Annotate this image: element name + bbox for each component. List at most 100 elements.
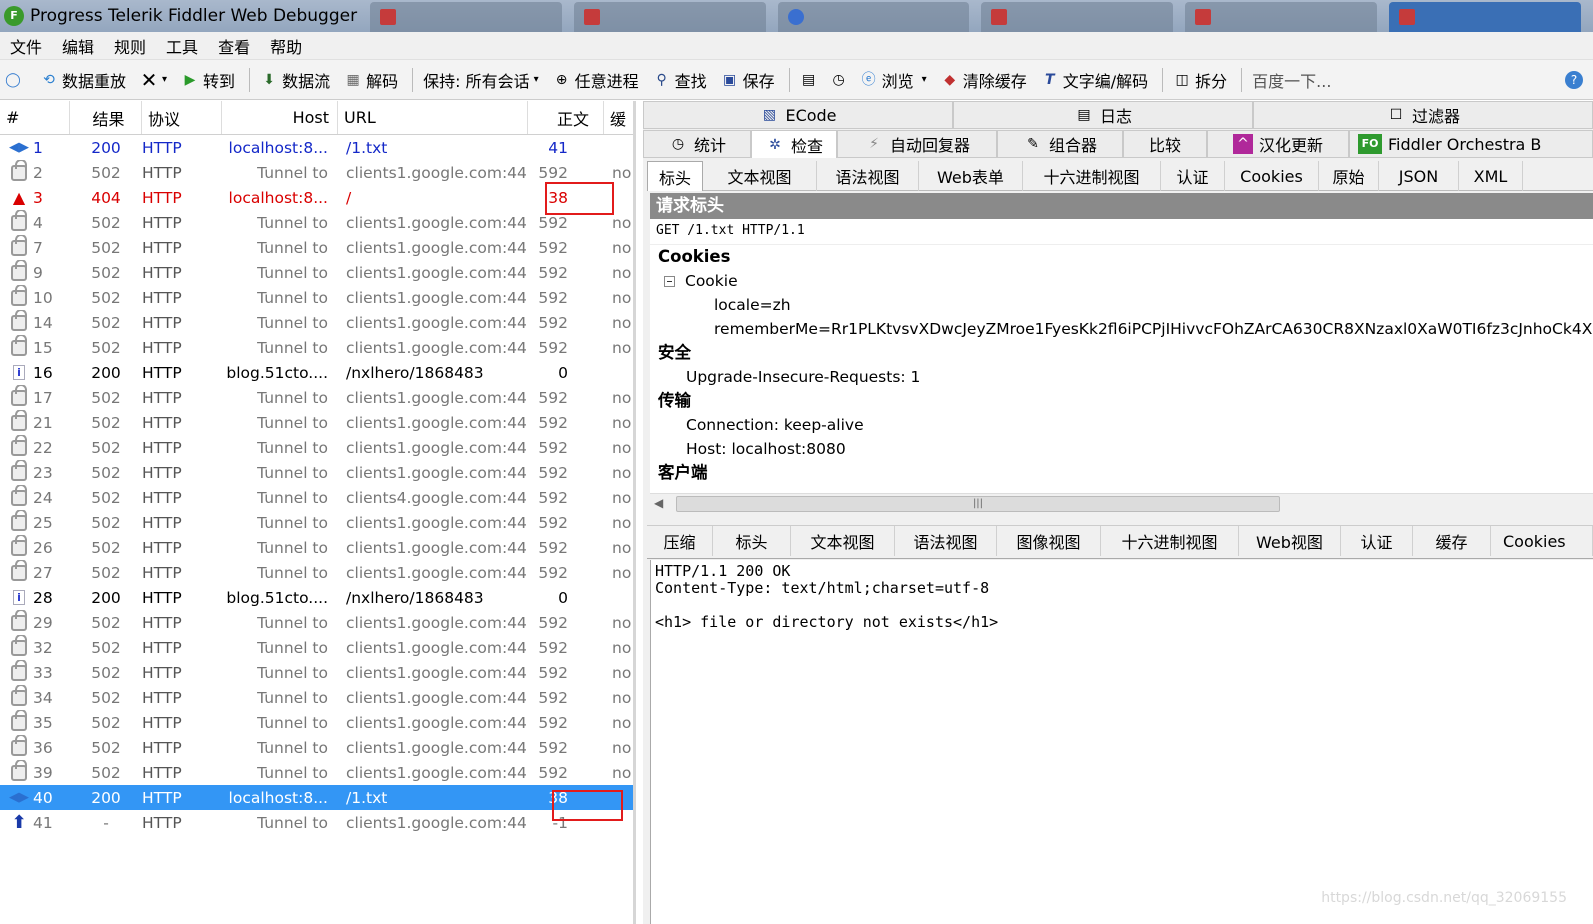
session-row[interactable]: ⬆ 41 - HTTP Tunnel to clients1.google.com:443… — [0, 810, 633, 835]
tab-fiddler-orchestra[interactable]: FO Fiddler Orchestra B — [1349, 130, 1593, 158]
comment-button[interactable]: ◯ — [4, 71, 26, 89]
column-header-cache[interactable]: 缓 — [604, 101, 633, 134]
req-tab-textview[interactable]: 文本视图 — [703, 161, 817, 191]
response-raw-text[interactable]: HTTP/1.1 200 OK Content-Type: text/html;… — [651, 560, 1593, 634]
req-tab-syntaxview[interactable]: 语法视图 — [817, 161, 919, 191]
session-row[interactable]: 22 502 HTTP Tunnel to clients1.google.com:44… — [0, 435, 633, 460]
header-host[interactable]: Host: localhost:8080 — [650, 437, 1593, 461]
response-body-pane[interactable]: HTTP/1.1 200 OK Content-Type: text/html;… — [650, 560, 1593, 924]
session-row[interactable]: 14 502 HTTP Tunnel to clients1.google.com:44… — [0, 310, 633, 335]
menu-help[interactable]: 帮助 — [270, 34, 302, 58]
req-tab-json[interactable]: JSON — [1379, 161, 1459, 191]
resp-tab-imageview[interactable]: 图像视图 — [997, 526, 1101, 556]
find-button[interactable]: ⚲ 查找 — [653, 68, 706, 92]
session-row[interactable]: 36 502 HTTP Tunnel to clients1.google.com:44… — [0, 735, 633, 760]
req-tab-hexview[interactable]: 十六进制视图 — [1023, 161, 1161, 191]
resp-tab-textview[interactable]: 文本视图 — [791, 526, 895, 556]
session-row[interactable]: ▲ 3 404 HTTP localhost:8.../38 — [0, 185, 633, 210]
group-transport[interactable]: 传输 — [650, 389, 1593, 413]
timer-button[interactable]: ◷ — [830, 71, 852, 89]
resp-tab-headers[interactable]: 标头 — [713, 526, 791, 556]
collapse-icon[interactable] — [664, 276, 675, 287]
cookie-node[interactable]: Cookie — [650, 269, 1593, 293]
req-tab-cookies[interactable]: Cookies — [1225, 161, 1319, 191]
resp-tab-syntaxview[interactable]: 语法视图 — [895, 526, 997, 556]
resp-tab-transformer[interactable]: 压缩 — [647, 526, 713, 556]
session-row[interactable]: 39 502 HTTP Tunnel to clients1.google.com:44… — [0, 760, 633, 785]
process-filter-button[interactable]: ⊕ 任意进程 — [553, 68, 639, 92]
browse-button[interactable]: ⓔ 浏览 ▾ — [860, 68, 927, 92]
session-row[interactable]: 32 502 HTTP Tunnel to clients1.google.com:44… — [0, 635, 633, 660]
cookie-rememberme[interactable]: rememberMe=Rr1PLKtvsvXDwcJeyZMroe1FyesKk… — [650, 317, 1593, 341]
session-row[interactable]: 27 502 HTTP Tunnel to clients1.google.com:44… — [0, 560, 633, 585]
menu-edit[interactable]: 编辑 — [62, 34, 94, 58]
session-row[interactable]: 29 502 HTTP Tunnel to clients1.google.com:44… — [0, 610, 633, 635]
session-row[interactable]: 21 502 HTTP Tunnel to clients1.google.com:44… — [0, 410, 633, 435]
session-row[interactable]: 7 502 HTTP Tunnel to clients1.google.com:443… — [0, 235, 633, 260]
tab-statistics[interactable]: ◷ 统计 — [643, 130, 751, 158]
session-row[interactable]: ◀▶ 40 200 HTTP localhost:8.../1.txt 38 — [0, 785, 633, 810]
baidu-search-input[interactable]: 百度一下... — [1252, 68, 1392, 92]
session-row[interactable]: 2 502 HTTP Tunnel to clients1.google.com:443… — [0, 160, 633, 185]
tab-filters[interactable]: ☐ 过滤器 — [1253, 101, 1593, 129]
column-header-result[interactable]: 结果 — [70, 101, 142, 134]
header-connection[interactable]: Connection: keep-alive — [650, 413, 1593, 437]
session-row[interactable]: 24 502 HTTP Tunnel to clients4.google.com:44… — [0, 485, 633, 510]
save-button[interactable]: ▣ 保存 — [721, 68, 775, 92]
req-tab-xml[interactable]: XML — [1459, 161, 1523, 191]
resp-tab-webview[interactable]: Web视图 — [1239, 526, 1341, 556]
scroll-left-icon[interactable]: ◀ — [654, 496, 663, 510]
session-row[interactable]: 26 502 HTTP Tunnel to clients1.google.com:44… — [0, 535, 633, 560]
session-row[interactable]: 34 502 HTTP Tunnel to clients1.google.com:44… — [0, 685, 633, 710]
menu-tools[interactable]: 工具 — [166, 34, 198, 58]
group-cookies[interactable]: Cookies — [650, 245, 1593, 269]
column-header-num[interactable]: # — [0, 101, 70, 134]
replay-button[interactable]: ⟲ 数据重放 — [40, 68, 126, 92]
session-row[interactable]: i 28 200 HTTP blog.51cto.... /nxlhero/1868483… — [0, 585, 633, 610]
session-row[interactable]: 4 502 HTTP Tunnel to clients1.google.com:443… — [0, 210, 633, 235]
stream-button[interactable]: ⬇ 数据流 — [260, 68, 330, 92]
session-list[interactable]: # 结果 协议 Host URL 正文 缓 ◀▶ 1 200 HTTP localhos… — [0, 101, 636, 924]
cookie-locale[interactable]: locale=zh — [650, 293, 1593, 317]
keep-sessions-dropdown[interactable]: 保持: 所有会话 ▾ — [423, 68, 539, 92]
clear-cache-button[interactable]: ◆ 清除缓存 — [941, 68, 1026, 92]
menu-rules[interactable]: 规则 — [114, 34, 146, 58]
column-header-body[interactable]: 正文 — [528, 101, 604, 134]
resp-tab-cookies[interactable]: Cookies — [1491, 526, 1593, 556]
screenshot-button[interactable]: ▤ — [800, 71, 822, 89]
req-tab-webforms[interactable]: Web表单 — [919, 161, 1023, 191]
resp-tab-hexview[interactable]: 十六进制视图 — [1101, 526, 1239, 556]
menu-file[interactable]: 文件 — [10, 34, 42, 58]
resp-tab-caching[interactable]: 缓存 — [1413, 526, 1491, 556]
session-row[interactable]: 17 502 HTTP Tunnel to clients1.google.com:44… — [0, 385, 633, 410]
session-row[interactable]: i 16 200 HTTP blog.51cto.... /nxlhero/1868483… — [0, 360, 633, 385]
remove-button[interactable]: ✕ ▾ — [140, 70, 167, 90]
tab-localization-update[interactable]: ^ 汉化更新 — [1207, 130, 1349, 158]
group-client[interactable]: 客户端 — [650, 461, 1593, 485]
tab-autoresponder[interactable]: ⚡ 自动回复器 — [837, 130, 997, 158]
column-header-protocol[interactable]: 协议 — [142, 101, 222, 134]
tab-ecode[interactable]: ▧ ECode — [643, 101, 953, 129]
req-tab-raw[interactable]: 原始 — [1319, 161, 1379, 191]
session-row[interactable]: 10 502 HTTP Tunnel to clients1.google.com:44… — [0, 285, 633, 310]
session-row[interactable]: 9 502 HTTP Tunnel to clients1.google.com:443… — [0, 260, 633, 285]
column-header-url[interactable]: URL — [338, 101, 528, 134]
tab-compare[interactable]: 比较 — [1123, 130, 1207, 158]
resp-tab-auth[interactable]: 认证 — [1341, 526, 1413, 556]
help-button[interactable]: ? — [1565, 70, 1587, 89]
split-button[interactable]: ◫ 拆分 — [1173, 68, 1228, 92]
menu-view[interactable]: 查看 — [218, 34, 250, 58]
session-row[interactable]: 35 502 HTTP Tunnel to clients1.google.com:44… — [0, 710, 633, 735]
tab-inspectors[interactable]: ✲ 检查 — [751, 130, 837, 158]
decode-button[interactable]: ▦ 解码 — [344, 68, 398, 92]
req-tab-headers[interactable]: 标头 — [647, 161, 703, 191]
req-tab-auth[interactable]: 认证 — [1161, 161, 1225, 191]
group-security[interactable]: 安全 — [650, 341, 1593, 365]
session-row[interactable]: 15 502 HTTP Tunnel to clients1.google.com:44… — [0, 335, 633, 360]
header-upgrade-insecure[interactable]: Upgrade-Insecure-Requests: 1 — [650, 365, 1593, 389]
session-row[interactable]: 23 502 HTTP Tunnel to clients1.google.com:44… — [0, 460, 633, 485]
horizontal-scrollbar[interactable]: ◀ ||| — [650, 493, 1593, 513]
text-encode-button[interactable]: T 文字编/解码 — [1041, 68, 1148, 92]
session-row[interactable]: ◀▶ 1 200 HTTP localhost:8... /1.txt 41 — [0, 135, 633, 160]
tab-log[interactable]: ▤ 日志 — [953, 101, 1253, 129]
